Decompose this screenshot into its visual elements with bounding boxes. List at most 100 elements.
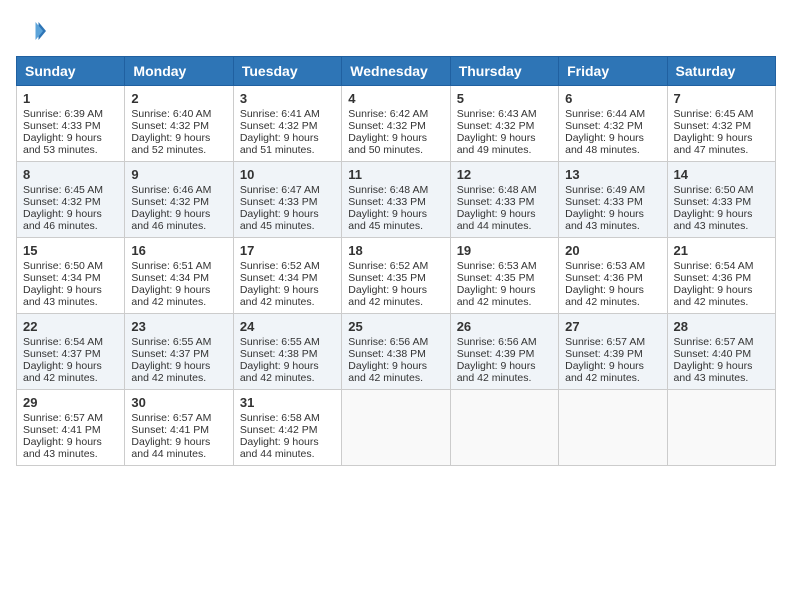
header-row: SundayMondayTuesdayWednesdayThursdayFrid… (17, 57, 776, 86)
col-header-wednesday: Wednesday (342, 57, 450, 86)
sunrise-text: Sunrise: 6:48 AM (348, 184, 443, 196)
sunrise-text: Sunrise: 6:58 AM (240, 412, 335, 424)
daylight-text: Daylight: 9 hours and 42 minutes. (457, 360, 552, 384)
sunset-text: Sunset: 4:33 PM (348, 196, 443, 208)
sunrise-text: Sunrise: 6:56 AM (348, 336, 443, 348)
day-cell: 8Sunrise: 6:45 AMSunset: 4:32 PMDaylight… (17, 162, 125, 238)
day-number: 8 (23, 167, 118, 182)
logo-icon (16, 16, 46, 46)
daylight-text: Daylight: 9 hours and 43 minutes. (23, 284, 118, 308)
day-number: 26 (457, 319, 552, 334)
day-number: 2 (131, 91, 226, 106)
daylight-text: Daylight: 9 hours and 46 minutes. (131, 208, 226, 232)
day-cell: 1Sunrise: 6:39 AMSunset: 4:33 PMDaylight… (17, 86, 125, 162)
daylight-text: Daylight: 9 hours and 42 minutes. (23, 360, 118, 384)
day-number: 7 (674, 91, 769, 106)
daylight-text: Daylight: 9 hours and 50 minutes. (348, 132, 443, 156)
sunrise-text: Sunrise: 6:45 AM (674, 108, 769, 120)
daylight-text: Daylight: 9 hours and 52 minutes. (131, 132, 226, 156)
sunrise-text: Sunrise: 6:56 AM (457, 336, 552, 348)
week-row-1: 1Sunrise: 6:39 AMSunset: 4:33 PMDaylight… (17, 86, 776, 162)
header (16, 16, 776, 46)
sunrise-text: Sunrise: 6:48 AM (457, 184, 552, 196)
day-cell: 12Sunrise: 6:48 AMSunset: 4:33 PMDayligh… (450, 162, 558, 238)
day-cell: 28Sunrise: 6:57 AMSunset: 4:40 PMDayligh… (667, 314, 775, 390)
sunset-text: Sunset: 4:39 PM (457, 348, 552, 360)
daylight-text: Daylight: 9 hours and 42 minutes. (457, 284, 552, 308)
daylight-text: Daylight: 9 hours and 44 minutes. (131, 436, 226, 460)
day-number: 10 (240, 167, 335, 182)
day-cell: 15Sunrise: 6:50 AMSunset: 4:34 PMDayligh… (17, 238, 125, 314)
day-number: 25 (348, 319, 443, 334)
day-cell (450, 390, 558, 466)
sunset-text: Sunset: 4:40 PM (674, 348, 769, 360)
day-cell: 16Sunrise: 6:51 AMSunset: 4:34 PMDayligh… (125, 238, 233, 314)
sunset-text: Sunset: 4:33 PM (457, 196, 552, 208)
sunset-text: Sunset: 4:32 PM (565, 120, 660, 132)
sunset-text: Sunset: 4:41 PM (131, 424, 226, 436)
col-header-tuesday: Tuesday (233, 57, 341, 86)
sunrise-text: Sunrise: 6:55 AM (131, 336, 226, 348)
week-row-2: 8Sunrise: 6:45 AMSunset: 4:32 PMDaylight… (17, 162, 776, 238)
sunset-text: Sunset: 4:32 PM (457, 120, 552, 132)
day-cell (667, 390, 775, 466)
day-cell: 27Sunrise: 6:57 AMSunset: 4:39 PMDayligh… (559, 314, 667, 390)
day-number: 15 (23, 243, 118, 258)
day-number: 12 (457, 167, 552, 182)
daylight-text: Daylight: 9 hours and 43 minutes. (565, 208, 660, 232)
day-number: 3 (240, 91, 335, 106)
sunrise-text: Sunrise: 6:57 AM (565, 336, 660, 348)
day-cell: 20Sunrise: 6:53 AMSunset: 4:36 PMDayligh… (559, 238, 667, 314)
day-cell: 21Sunrise: 6:54 AMSunset: 4:36 PMDayligh… (667, 238, 775, 314)
day-cell: 14Sunrise: 6:50 AMSunset: 4:33 PMDayligh… (667, 162, 775, 238)
col-header-friday: Friday (559, 57, 667, 86)
day-number: 23 (131, 319, 226, 334)
day-cell: 13Sunrise: 6:49 AMSunset: 4:33 PMDayligh… (559, 162, 667, 238)
daylight-text: Daylight: 9 hours and 45 minutes. (348, 208, 443, 232)
day-number: 17 (240, 243, 335, 258)
sunset-text: Sunset: 4:36 PM (565, 272, 660, 284)
sunrise-text: Sunrise: 6:46 AM (131, 184, 226, 196)
daylight-text: Daylight: 9 hours and 42 minutes. (565, 360, 660, 384)
sunset-text: Sunset: 4:35 PM (457, 272, 552, 284)
day-number: 28 (674, 319, 769, 334)
sunset-text: Sunset: 4:32 PM (240, 120, 335, 132)
day-number: 20 (565, 243, 660, 258)
sunset-text: Sunset: 4:37 PM (23, 348, 118, 360)
sunset-text: Sunset: 4:33 PM (240, 196, 335, 208)
daylight-text: Daylight: 9 hours and 44 minutes. (240, 436, 335, 460)
daylight-text: Daylight: 9 hours and 42 minutes. (348, 360, 443, 384)
daylight-text: Daylight: 9 hours and 43 minutes. (23, 436, 118, 460)
day-cell: 22Sunrise: 6:54 AMSunset: 4:37 PMDayligh… (17, 314, 125, 390)
day-number: 11 (348, 167, 443, 182)
sunset-text: Sunset: 4:39 PM (565, 348, 660, 360)
sunrise-text: Sunrise: 6:42 AM (348, 108, 443, 120)
day-cell: 2Sunrise: 6:40 AMSunset: 4:32 PMDaylight… (125, 86, 233, 162)
calendar-table: SundayMondayTuesdayWednesdayThursdayFrid… (16, 56, 776, 466)
col-header-saturday: Saturday (667, 57, 775, 86)
daylight-text: Daylight: 9 hours and 48 minutes. (565, 132, 660, 156)
day-number: 29 (23, 395, 118, 410)
sunset-text: Sunset: 4:33 PM (674, 196, 769, 208)
day-cell: 30Sunrise: 6:57 AMSunset: 4:41 PMDayligh… (125, 390, 233, 466)
day-number: 13 (565, 167, 660, 182)
sunset-text: Sunset: 4:35 PM (348, 272, 443, 284)
sunset-text: Sunset: 4:38 PM (348, 348, 443, 360)
sunrise-text: Sunrise: 6:52 AM (240, 260, 335, 272)
day-cell: 18Sunrise: 6:52 AMSunset: 4:35 PMDayligh… (342, 238, 450, 314)
day-cell: 3Sunrise: 6:41 AMSunset: 4:32 PMDaylight… (233, 86, 341, 162)
sunset-text: Sunset: 4:38 PM (240, 348, 335, 360)
col-header-thursday: Thursday (450, 57, 558, 86)
day-number: 9 (131, 167, 226, 182)
day-number: 4 (348, 91, 443, 106)
day-cell: 24Sunrise: 6:55 AMSunset: 4:38 PMDayligh… (233, 314, 341, 390)
day-number: 19 (457, 243, 552, 258)
day-number: 1 (23, 91, 118, 106)
day-cell: 4Sunrise: 6:42 AMSunset: 4:32 PMDaylight… (342, 86, 450, 162)
daylight-text: Daylight: 9 hours and 46 minutes. (23, 208, 118, 232)
daylight-text: Daylight: 9 hours and 42 minutes. (131, 284, 226, 308)
day-cell: 11 Sunrise: 6:48 AMSunset: 4:33 PMDayligh… (342, 162, 450, 238)
sunset-text: Sunset: 4:34 PM (131, 272, 226, 284)
sunset-text: Sunset: 4:41 PM (23, 424, 118, 436)
daylight-text: Daylight: 9 hours and 42 minutes. (240, 284, 335, 308)
